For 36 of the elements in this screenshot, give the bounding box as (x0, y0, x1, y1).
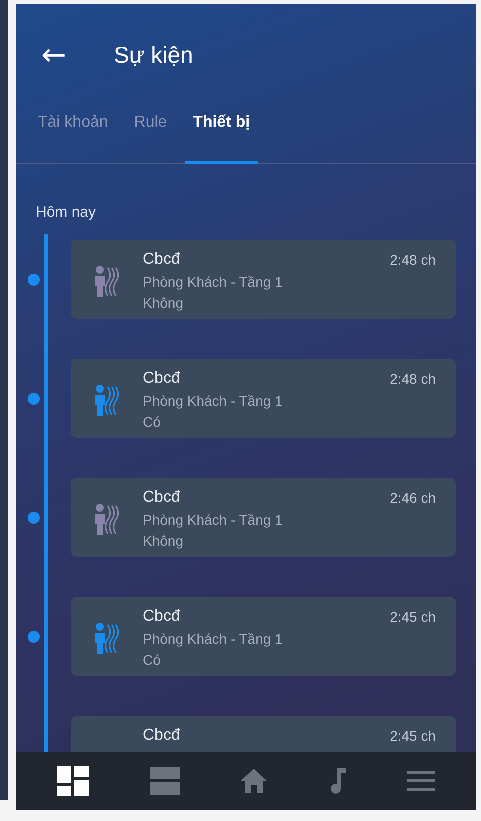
screen-title: Sự kiện (114, 42, 194, 68)
event-time: 2:45 ch (390, 727, 436, 746)
event-card[interactable]: Cbcđ 2:48 ch Phòng Khách - Tầng 1 Không (71, 240, 456, 319)
event-name: Cbcđ (143, 488, 180, 508)
event-value: Không (143, 532, 184, 550)
event-time: 2:45 ch (390, 608, 436, 627)
event-card[interactable]: Cbcđ 2:48 ch Phòng Khách - Tầng 1 Có (71, 359, 456, 438)
event-card[interactable]: Cbcđ 2:46 ch Phòng Khách - Tầng 1 Không (71, 478, 456, 557)
event-time: 2:46 ch (390, 489, 436, 508)
timeline-dot (28, 630, 40, 642)
event-name: Cbcđ (143, 369, 180, 389)
home-icon (240, 769, 267, 793)
event-value: Có (143, 413, 162, 431)
event-value: Không (143, 294, 184, 312)
event-name: Cbcđ (143, 726, 180, 746)
section-label: Hôm nay (35, 203, 98, 223)
dashboard-icon (56, 766, 89, 796)
timeline-dot (28, 392, 40, 404)
event-location: Phòng Khách - Tầng 1 (143, 392, 284, 410)
event-location: Phòng Khách - Tầng 1 (143, 273, 284, 291)
event-card[interactable]: Cbcđ 2:45 ch Phòng Khách - Tầng 1 Có (71, 597, 456, 676)
music-note-icon (328, 768, 346, 794)
event-time: 2:48 ch (390, 251, 436, 270)
event-value: Có (143, 651, 162, 669)
timeline-dot (28, 512, 40, 524)
back-button[interactable]: ← (34, 38, 74, 72)
menu-icon (407, 771, 436, 791)
event-name: Cbcđ (143, 607, 180, 627)
event-location: Phòng Khách - Tầng 1 (143, 630, 284, 648)
event-location: Phòng Khách - Tầng 1 (143, 511, 284, 529)
timeline-dot (28, 274, 40, 286)
event-card[interactable]: Cbcđ 2:45 ch (71, 716, 456, 752)
event-name: Cbcđ (143, 250, 180, 270)
tab[interactable]: Thiết bị (185, 102, 258, 164)
stacked-panels-icon (150, 767, 180, 795)
event-time: 2:48 ch (390, 370, 436, 389)
